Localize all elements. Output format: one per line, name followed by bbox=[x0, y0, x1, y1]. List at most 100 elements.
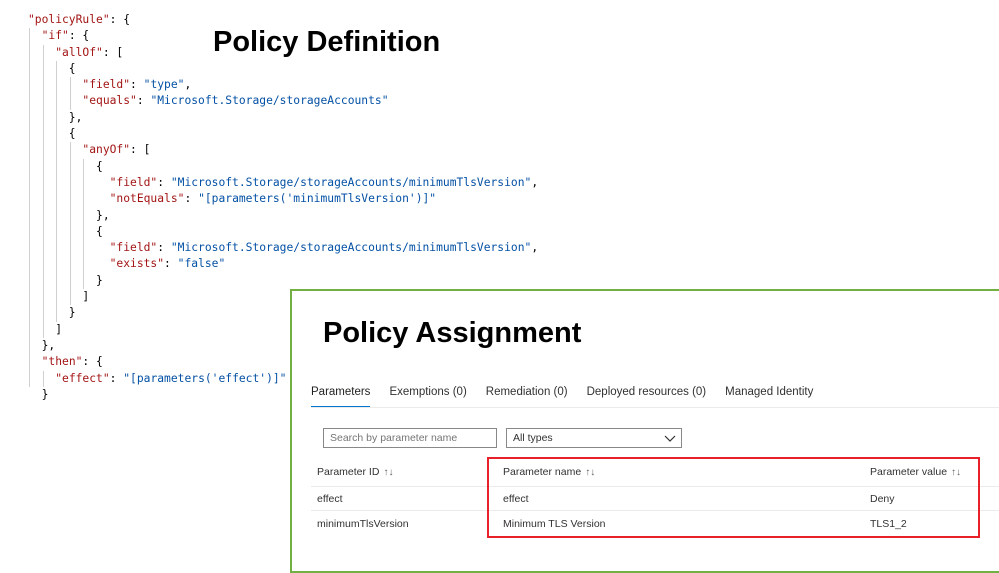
tab-exemptions[interactable]: Exemptions (0) bbox=[389, 386, 466, 408]
code-punct: : [ bbox=[102, 45, 124, 59]
indent-guide bbox=[29, 272, 30, 290]
indent-guide bbox=[29, 337, 30, 355]
indent-guide bbox=[29, 305, 30, 322]
code-key: "notEquals" bbox=[109, 192, 185, 206]
cell-parameter-name: Minimum TLS Version bbox=[503, 518, 606, 530]
indent-guide bbox=[42, 126, 44, 143]
search-input[interactable] bbox=[323, 428, 497, 448]
code-string: "Microsoft.Storage/storageAccounts/minim… bbox=[170, 241, 532, 255]
code-key: "field" bbox=[82, 78, 131, 92]
indent-guide bbox=[56, 158, 58, 175]
code-key: "anyOf" bbox=[82, 143, 131, 157]
indent-guide bbox=[29, 158, 30, 175]
indent-guide bbox=[29, 240, 30, 257]
tab-managed-identity[interactable]: Managed Identity bbox=[725, 386, 813, 408]
code-punct: } bbox=[28, 273, 103, 287]
code-punct: { bbox=[28, 61, 76, 75]
indent-guide bbox=[56, 223, 58, 241]
indent-guide bbox=[42, 142, 44, 159]
code-key: "equals" bbox=[82, 94, 137, 108]
code-string: "Microsoft.Storage/storageAccounts" bbox=[150, 94, 389, 108]
indent-guide bbox=[69, 207, 71, 224]
code-line: }, bbox=[28, 109, 538, 127]
code-key: "field" bbox=[109, 175, 158, 189]
indent-guide bbox=[42, 207, 44, 224]
indent-guide bbox=[42, 191, 44, 208]
indent-guide bbox=[69, 77, 71, 94]
indent-guide bbox=[29, 60, 30, 78]
indent-guide bbox=[29, 223, 30, 241]
indent-guide bbox=[29, 321, 30, 338]
code-punct: ] bbox=[28, 290, 90, 304]
indent-guide bbox=[69, 191, 71, 208]
chevron-down-icon bbox=[664, 435, 676, 442]
code-line: "exists": "false" bbox=[28, 256, 538, 273]
indent-guide bbox=[29, 370, 30, 387]
code-key: "exists" bbox=[109, 257, 165, 271]
code-punct: , bbox=[531, 241, 539, 255]
indent-guide bbox=[56, 272, 58, 290]
indent-guide bbox=[83, 207, 85, 224]
indent-guide bbox=[42, 256, 44, 273]
code-punct bbox=[28, 29, 42, 42]
tab-deployed-resources[interactable]: Deployed resources (0) bbox=[587, 386, 707, 408]
indent-guide bbox=[42, 77, 44, 94]
indent-guide bbox=[56, 174, 58, 192]
code-key: "effect" bbox=[55, 371, 110, 385]
indent-guide bbox=[56, 289, 58, 306]
indent-guide bbox=[56, 191, 58, 208]
indent-guide bbox=[29, 256, 30, 273]
indent-guide bbox=[29, 142, 30, 159]
column-header-parameter-name[interactable]: Parameter name ↑↓ bbox=[503, 466, 595, 478]
code-key: "then" bbox=[41, 355, 83, 369]
indent-guide bbox=[29, 126, 30, 143]
cell-parameter-value: TLS1_2 bbox=[870, 518, 907, 530]
code-punct: : [ bbox=[130, 143, 151, 157]
indent-guide bbox=[42, 321, 44, 338]
column-header-parameter-value[interactable]: Parameter value ↑↓ bbox=[870, 466, 961, 478]
tab-remediation[interactable]: Remediation (0) bbox=[486, 386, 568, 408]
code-line: "field": "Microsoft.Storage/storageAccou… bbox=[28, 240, 539, 257]
indent-guide bbox=[56, 305, 58, 322]
code-punct: }, bbox=[28, 338, 56, 352]
code-key: "policyRule" bbox=[28, 13, 110, 26]
code-line: { bbox=[28, 158, 538, 175]
indent-guide bbox=[56, 93, 58, 110]
tab-bar: Parameters Exemptions (0) Remediation (0… bbox=[311, 386, 832, 408]
indent-guide bbox=[42, 174, 44, 192]
indent-guide bbox=[29, 174, 30, 192]
code-punct: : bbox=[136, 94, 151, 108]
type-filter-select[interactable]: All types bbox=[506, 428, 682, 448]
code-line: { bbox=[28, 60, 538, 78]
code-punct: ] bbox=[28, 322, 63, 336]
cell-parameter-id: minimumTlsVersion bbox=[317, 518, 409, 530]
column-header-parameter-id[interactable]: Parameter ID ↑↓ bbox=[317, 466, 393, 478]
type-filter-value: All types bbox=[513, 432, 553, 444]
indent-guide bbox=[29, 207, 30, 224]
code-punct: : bbox=[157, 175, 171, 189]
indent-guide bbox=[69, 142, 71, 159]
indent-guide bbox=[56, 126, 58, 143]
code-line: "equals": "Microsoft.Storage/storageAcco… bbox=[28, 93, 538, 110]
tab-parameters[interactable]: Parameters bbox=[311, 386, 371, 408]
indent-guide bbox=[69, 174, 71, 192]
indent-guide bbox=[83, 174, 85, 192]
code-punct bbox=[28, 355, 42, 368]
tab-divider bbox=[311, 407, 999, 408]
code-punct: : bbox=[109, 371, 124, 385]
indent-guide bbox=[29, 354, 30, 371]
code-line: "notEquals": "[parameters('minimumTlsVer… bbox=[28, 191, 538, 208]
indent-guide bbox=[69, 256, 71, 273]
row-divider bbox=[311, 510, 999, 511]
indent-guide bbox=[83, 191, 85, 208]
indent-guide bbox=[42, 158, 44, 175]
code-punct: : bbox=[184, 192, 199, 206]
cell-parameter-name: effect bbox=[503, 493, 529, 505]
code-key: "if" bbox=[41, 29, 69, 43]
cell-parameter-id: effect bbox=[317, 493, 343, 505]
indent-guide bbox=[42, 272, 44, 290]
code-punct: { bbox=[28, 127, 76, 141]
code-key: "allOf" bbox=[55, 45, 103, 59]
code-punct: { bbox=[28, 159, 103, 173]
sort-icon: ↑↓ bbox=[951, 467, 962, 478]
